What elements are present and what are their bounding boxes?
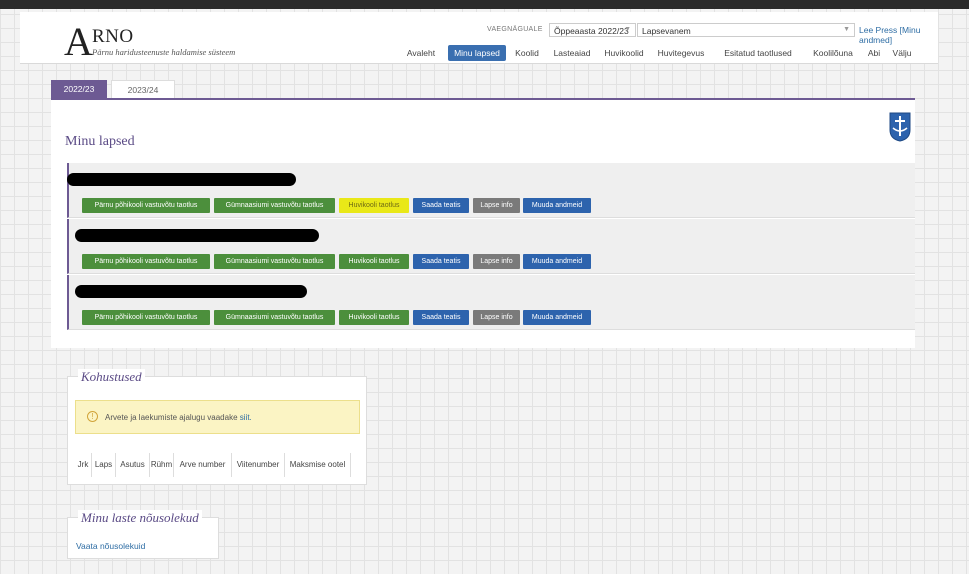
role-select-value: Lapsevanem xyxy=(642,26,691,36)
redacted-name xyxy=(75,229,319,242)
window-top-bar xyxy=(0,0,969,9)
nav-schools[interactable]: Koolid xyxy=(509,45,545,61)
send-notice-button[interactable]: Saada teatis xyxy=(413,254,469,269)
page-title: Minu lapsed xyxy=(65,134,135,149)
hobby-school-application-button[interactable]: Huvikooli taotlus xyxy=(339,310,409,325)
consents-title: Minu laste nõusolekud xyxy=(78,510,202,526)
nav-help[interactable]: Abi xyxy=(862,45,886,61)
city-crest-icon xyxy=(889,112,911,142)
child-row: Pärnu põhikooli vastuvõtu taotlus Gümnaa… xyxy=(67,163,915,218)
alert-text: Arvete ja laekumiste ajalugu vaadake xyxy=(105,413,238,422)
role-select[interactable]: Lapsevanem ▼ xyxy=(637,23,855,37)
redacted-name xyxy=(75,285,307,298)
send-notice-button[interactable]: Saada teatis xyxy=(413,198,469,213)
school-application-button[interactable]: Pärnu põhikooli vastuvõtu taotlus xyxy=(82,310,210,325)
year-select-value: Õppeaasta 2022/23 xyxy=(554,26,629,36)
chevron-down-icon: ▼ xyxy=(843,26,850,33)
gymnasium-application-button[interactable]: Gümnaasiumi vastuvõtu taotlus xyxy=(214,310,335,325)
column-header[interactable]: Arve number xyxy=(174,453,232,477)
warning-icon: ! xyxy=(87,411,98,422)
redacted-name xyxy=(67,173,296,186)
gymnasium-application-button[interactable]: Gümnaasiumi vastuvõtu taotlus xyxy=(214,254,335,269)
obligations-title: Kohustused xyxy=(78,369,145,385)
school-application-button[interactable]: Pärnu põhikooli vastuvõtu taotlus xyxy=(82,198,210,213)
year-select[interactable]: Õppeaasta 2022/23 ▼ xyxy=(549,23,636,37)
chevron-down-icon: ▼ xyxy=(624,26,631,33)
edit-data-button[interactable]: Muuda andmeid xyxy=(523,198,591,213)
nav-kindergartens[interactable]: Lasteaiad xyxy=(549,45,595,61)
column-header[interactable]: Jrk xyxy=(75,453,92,477)
child-row: Pärnu põhikooli vastuvõtu taotlus Gümnaa… xyxy=(67,275,915,330)
main-panel: Minu lapsed Pärnu põhikooli vastuvõtu ta… xyxy=(51,98,915,348)
nav-hobby-activities[interactable]: Huvitegevus xyxy=(652,45,710,61)
nav-hobby-schools[interactable]: Huvikoolid xyxy=(599,45,649,61)
send-notice-button[interactable]: Saada teatis xyxy=(413,310,469,325)
child-row: Pärnu põhikooli vastuvõtu taotlus Gümnaa… xyxy=(67,219,915,274)
header: A RNO Pärnu haridusteenuste haldamise sü… xyxy=(20,12,938,64)
user-account-link[interactable]: Lee Press [Minu andmed] xyxy=(859,25,938,45)
column-header[interactable]: Viitenumber xyxy=(232,453,285,477)
edit-data-button[interactable]: Muuda andmeid xyxy=(523,310,591,325)
tab-2023-24[interactable]: 2023/24 xyxy=(111,80,175,99)
view-consents-link[interactable]: Vaata nõusolekuid xyxy=(76,541,145,551)
child-info-button[interactable]: Lapse info xyxy=(473,254,520,269)
nav-my-children[interactable]: Minu lapsed xyxy=(448,45,506,61)
child-info-button[interactable]: Lapse info xyxy=(473,310,520,325)
column-header[interactable]: Laps xyxy=(92,453,116,477)
nav-submitted-applications[interactable]: Esitatud taotlused xyxy=(712,45,804,61)
hobby-school-application-button[interactable]: Huvikooli taotlus xyxy=(339,254,409,269)
payment-history-alert: ! Arvete ja laekumiste ajalugu vaadake s… xyxy=(75,400,360,434)
obligations-section: Kohustused ! Arvete ja laekumiste ajalug… xyxy=(67,369,367,485)
gymnasium-application-button[interactable]: Gümnaasiumi vastuvõtu taotlus xyxy=(214,198,335,213)
main-nav: Avaleht Minu lapsed Koolid Lasteaiad Huv… xyxy=(20,45,938,61)
column-header[interactable]: Maksmise ootel xyxy=(285,453,351,477)
nav-school-lunch[interactable]: Koolilõuna xyxy=(808,45,858,61)
column-header[interactable]: Asutus xyxy=(116,453,150,477)
nav-home[interactable]: Avaleht xyxy=(398,45,444,61)
payment-history-link[interactable]: siit. xyxy=(240,413,252,422)
column-header[interactable]: Rühm xyxy=(150,453,174,477)
view-label: VAEGNÄGUALE xyxy=(487,26,543,33)
consents-section: Minu laste nõusolekud Vaata nõusolekuid xyxy=(67,510,219,559)
child-info-button[interactable]: Lapse info xyxy=(473,198,520,213)
edit-data-button[interactable]: Muuda andmeid xyxy=(523,254,591,269)
tab-2022-23[interactable]: 2022/23 xyxy=(51,80,107,99)
view-selector-row: VAEGNÄGUALE Õppeaasta 2022/23 ▼ Lapsevan… xyxy=(20,23,938,45)
hobby-school-application-button[interactable]: Huvikooli taotlus xyxy=(339,198,409,213)
nav-logout[interactable]: Välju xyxy=(888,45,916,61)
school-application-button[interactable]: Pärnu põhikooli vastuvõtu taotlus xyxy=(82,254,210,269)
